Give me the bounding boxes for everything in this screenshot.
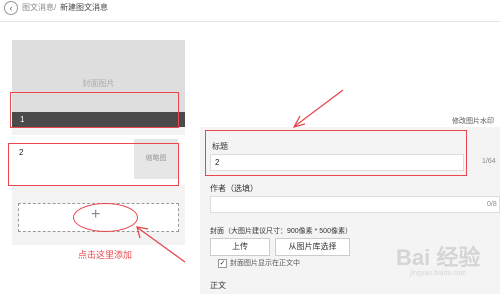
arrow-to-add-line — [137, 227, 186, 263]
annotation-arrows — [136, 89, 344, 263]
arrow-to-title-line — [294, 89, 344, 127]
